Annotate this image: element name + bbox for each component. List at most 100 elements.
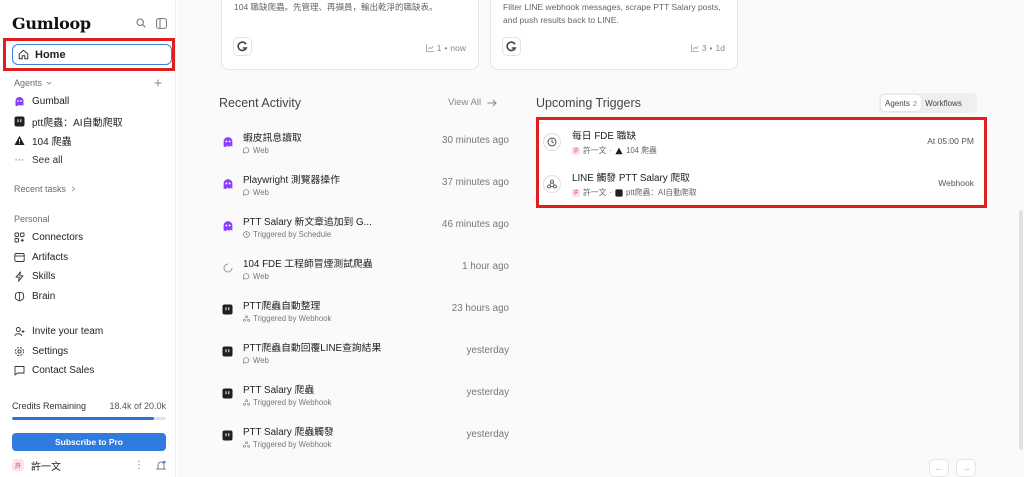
home-highlight: Home bbox=[3, 38, 175, 71]
agents-section: Agents Gumball ptt爬蟲：AI自動爬取 104 爬蟲 ⋯ See… bbox=[0, 74, 176, 170]
artifacts-icon bbox=[14, 252, 25, 263]
trigger-title: 每日 FDE 職缺 bbox=[572, 131, 637, 142]
activity-time: 23 hours ago bbox=[451, 303, 509, 314]
sidebar-item-artifacts[interactable]: Artifacts bbox=[0, 248, 176, 268]
credits-progress-fill bbox=[12, 417, 154, 420]
notification-icon[interactable] bbox=[156, 460, 166, 471]
trigger-sub: 許 許一文 · ptt爬蟲：AI自動爬取 bbox=[572, 187, 697, 198]
sidebar-item-label: 104 爬蟲 bbox=[32, 137, 72, 149]
prev-page-button[interactable]: ← bbox=[929, 459, 949, 477]
activity-row[interactable]: PTT Salary 爬蟲觸發 Triggered by Webhook yeste… bbox=[221, 414, 509, 456]
tab-agents[interactable]: Agents 2 bbox=[881, 95, 922, 111]
subscribe-button[interactable]: Subscribe to Pro bbox=[12, 433, 166, 451]
sidebar-item-label: Invite your team bbox=[32, 326, 104, 338]
sidebar-item-see-all[interactable]: ⋯ See all bbox=[0, 151, 176, 171]
activity-row[interactable]: 蝦皮訊息讀取 Web 30 minutes ago bbox=[221, 120, 509, 162]
activity-sub: Web bbox=[243, 272, 509, 281]
recent-activity-title: Recent Activity bbox=[219, 96, 301, 110]
logo-row: Gumloop bbox=[12, 12, 167, 34]
card-meta-dot: • bbox=[444, 43, 448, 53]
webhook-icon bbox=[243, 399, 250, 406]
sidebar-item-label: Skills bbox=[32, 271, 56, 283]
agents-header-label: Agents bbox=[14, 78, 43, 88]
activity-time: 37 minutes ago bbox=[442, 177, 509, 188]
tab-label: Workflows bbox=[925, 98, 962, 108]
add-agent-icon[interactable] bbox=[154, 79, 162, 87]
chat-bubble-icon bbox=[243, 357, 250, 364]
avatar: 許 bbox=[572, 146, 580, 155]
activity-sub: Triggered by Webhook bbox=[243, 398, 509, 407]
activity-source: Web bbox=[253, 188, 269, 197]
main-content: 104 職缺爬蟲。先管理、再擷員，輸出乾淨的職缺表。 1 • now Filte… bbox=[177, 0, 1024, 477]
user-actions: ⋮ bbox=[134, 460, 166, 471]
arrow-left-icon: ← bbox=[934, 462, 944, 474]
trigger-row[interactable]: LINE 觸發 PTT Salary 爬取 許 許一文 · ptt爬蟲：AI自動… bbox=[543, 164, 974, 204]
trigger-row[interactable]: 每日 FDE 職缺 許 許一文 · 104 爬蟲 At 05:00 PM bbox=[543, 122, 974, 162]
ghost-icon bbox=[14, 96, 25, 107]
sidebar-item-connectors[interactable]: Connectors bbox=[0, 228, 176, 248]
activity-source: Web bbox=[253, 146, 269, 155]
workflow-card[interactable]: 104 職缺爬蟲。先管理、再擷員，輸出乾淨的職缺表。 1 • now bbox=[221, 0, 479, 70]
ghost-icon bbox=[221, 135, 234, 148]
gumloop-g-icon bbox=[233, 37, 252, 56]
chevron-down-icon[interactable] bbox=[46, 80, 52, 86]
trigger-sub: 許 許一文 · 104 爬蟲 bbox=[572, 145, 657, 156]
workflow-card[interactable]: Filter LINE webhook messages, scrape PTT… bbox=[490, 0, 738, 70]
credits-panel: Credits Remaining 18.4k of 20.0k bbox=[12, 401, 166, 420]
activity-time: 30 minutes ago bbox=[442, 135, 509, 146]
terminal-icon bbox=[14, 116, 25, 127]
sidebar-item-gumball[interactable]: Gumball bbox=[0, 92, 176, 112]
view-all-link[interactable]: View All bbox=[448, 97, 497, 108]
credits-progress-bar bbox=[12, 417, 166, 420]
activity-time: 1 hour ago bbox=[462, 261, 509, 272]
more-vertical-icon[interactable]: ⋮ bbox=[134, 460, 144, 471]
recent-tasks-header[interactable]: Recent tasks bbox=[0, 180, 176, 198]
credits-row: Credits Remaining 18.4k of 20.0k bbox=[12, 401, 166, 411]
invite-icon bbox=[14, 326, 25, 337]
activity-row[interactable]: PTT爬蟲自動整理 Triggered by Webhook 23 hours ag… bbox=[221, 288, 509, 330]
brain-icon bbox=[14, 291, 25, 302]
ghost-icon bbox=[221, 219, 234, 232]
sidebar-item-ptt-agent[interactable]: ptt爬蟲：AI自動爬取 bbox=[0, 112, 176, 132]
bottom-nav: Invite your team Settings Contact Sales bbox=[0, 322, 176, 381]
trigger-title: LINE 觸發 PTT Salary 爬取 bbox=[572, 173, 690, 184]
chevron-right-icon bbox=[71, 186, 76, 192]
user-menu[interactable]: 許 許一文 bbox=[12, 458, 61, 473]
logo-tools bbox=[136, 17, 167, 29]
webhook-icon bbox=[243, 315, 250, 322]
search-icon[interactable] bbox=[136, 18, 146, 28]
sidebar-item-invite[interactable]: Invite your team bbox=[0, 322, 176, 342]
arrow-right-icon: → bbox=[961, 462, 971, 474]
trigger-text: 每日 FDE 職缺 許 許一文 · 104 爬蟲 bbox=[572, 128, 657, 156]
home-button[interactable]: Home bbox=[12, 44, 172, 65]
tab-workflows[interactable]: Workflows bbox=[921, 95, 966, 111]
trigger-user: 許一文 bbox=[583, 188, 607, 197]
trigger-agent: 104 爬蟲 bbox=[626, 146, 657, 155]
sidebar-item-label: Connectors bbox=[32, 232, 84, 244]
chat-bubble-icon bbox=[243, 273, 250, 280]
sidebar-item-skills[interactable]: Skills bbox=[0, 267, 176, 287]
sidebar-item-brain[interactable]: Brain bbox=[0, 287, 176, 307]
sidebar-item-settings[interactable]: Settings bbox=[0, 342, 176, 362]
sidebar-toggle-icon[interactable] bbox=[156, 17, 167, 29]
activity-source: Triggered by Webhook bbox=[253, 440, 332, 449]
gumloop-logo[interactable]: Gumloop bbox=[12, 14, 91, 33]
activity-row[interactable]: PTT Salary 新文章追加到 G... Triggered by Sched… bbox=[221, 204, 509, 246]
scrollbar[interactable] bbox=[1019, 210, 1023, 450]
activity-row[interactable]: PTT Salary 爬蟲 Triggered by Webhook yesterd… bbox=[221, 372, 509, 414]
sidebar-item-label: Contact Sales bbox=[32, 365, 95, 377]
clock-icon bbox=[543, 133, 561, 151]
activity-row[interactable]: 104 FDE 工程師冒煙測試爬蟲 Web 1 hour ago bbox=[221, 246, 509, 288]
next-page-button[interactable]: → bbox=[956, 459, 976, 477]
triggers-list: 每日 FDE 職缺 許 許一文 · 104 爬蟲 At 05:00 PM LIN… bbox=[536, 117, 987, 208]
sidebar-item-contact-sales[interactable]: Contact Sales bbox=[0, 361, 176, 381]
lightning-icon bbox=[14, 271, 25, 282]
chart-icon bbox=[690, 44, 699, 52]
personal-section: Personal Connectors Artifacts Skills Bra… bbox=[0, 210, 176, 306]
activity-source: Web bbox=[253, 272, 269, 281]
card-meta: 3 • 1d bbox=[690, 43, 725, 53]
activity-row[interactable]: Playwright 測覽器操作 Web 37 minutes ago bbox=[221, 162, 509, 204]
sidebar-item-104-agent[interactable]: 104 爬蟲 bbox=[0, 131, 176, 151]
personal-header: Personal bbox=[0, 210, 176, 228]
activity-row[interactable]: PTT爬蟲自動回覆LINE查詢結果 Web yesterday bbox=[221, 330, 509, 372]
